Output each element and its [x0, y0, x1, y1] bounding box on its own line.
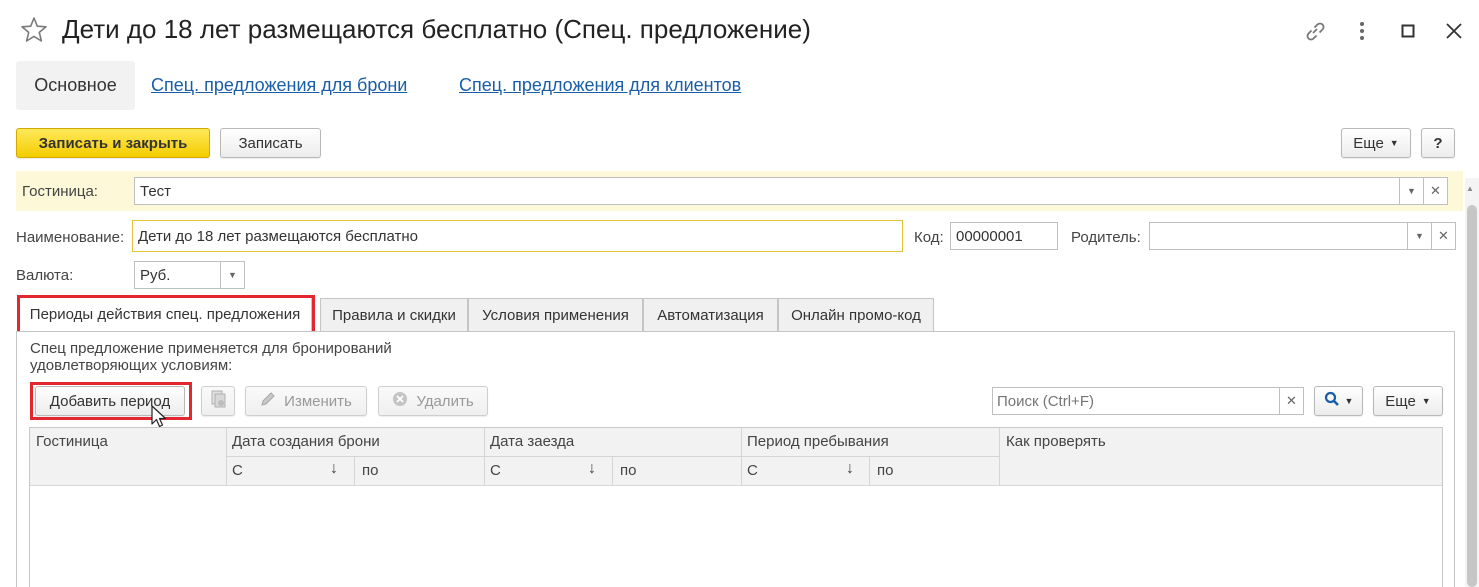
- dropdown-arrow-icon: ▼: [1389, 138, 1399, 148]
- col-divider: [741, 428, 742, 486]
- search-clear-button[interactable]: ✕: [1280, 387, 1304, 415]
- parent-clear-button[interactable]: ✕: [1432, 222, 1456, 250]
- code-label: Код:: [914, 229, 944, 246]
- scrollbar-thumb[interactable]: [1467, 205, 1477, 587]
- copy-button[interactable]: [201, 386, 235, 416]
- nav-link-booking-offers[interactable]: Спец. предложения для брони: [151, 75, 407, 96]
- dropdown-arrow-icon: ▼: [1421, 396, 1431, 406]
- col-divider: [612, 457, 613, 486]
- save-button[interactable]: Записать: [220, 128, 321, 158]
- clear-icon: ✕: [1438, 228, 1449, 243]
- name-label: Наименование:: [16, 229, 125, 246]
- edit-label: Изменить: [284, 392, 352, 410]
- col-header-checkin[interactable]: Дата заезда: [490, 433, 574, 450]
- hotel-clear-button[interactable]: ✕: [1424, 177, 1448, 205]
- search-options-button[interactable]: ▼: [1314, 386, 1363, 416]
- currency-label: Валюта:: [16, 267, 74, 284]
- hotel-dropdown-button[interactable]: ▼: [1400, 177, 1424, 205]
- scroll-up-icon[interactable]: ▲: [1466, 184, 1474, 193]
- parent-dropdown-button[interactable]: ▼: [1408, 222, 1432, 250]
- col-header-stay[interactable]: Период пребывания: [747, 433, 889, 450]
- clear-icon: ✕: [1430, 183, 1441, 198]
- col-divider: [226, 428, 227, 486]
- col-header-checkin-from[interactable]: С: [490, 462, 501, 479]
- favorite-star-icon[interactable]: [18, 14, 50, 46]
- currency-dropdown-button[interactable]: ▼: [221, 261, 245, 289]
- tab-rules-discounts[interactable]: Правила и скидки: [320, 298, 468, 332]
- col-header-booking-from[interactable]: С: [232, 462, 243, 479]
- hotel-field[interactable]: Тест: [134, 177, 1400, 205]
- search-icon: [1324, 391, 1340, 411]
- dropdown-arrow-icon: ▼: [1407, 186, 1416, 196]
- panel-more-label: Еще: [1385, 392, 1416, 410]
- search-input[interactable]: [992, 387, 1280, 415]
- tab-online-promo[interactable]: Онлайн промо-код: [778, 298, 934, 332]
- header-divider: [227, 456, 999, 457]
- hotel-label: Гостиница:: [22, 183, 98, 200]
- col-header-stay-to[interactable]: по: [877, 462, 893, 479]
- sort-down-icon: ↓: [330, 460, 338, 477]
- currency-field[interactable]: Руб.: [134, 261, 221, 289]
- more-vertical-icon[interactable]: [1345, 14, 1379, 48]
- col-header-stay-from[interactable]: С: [747, 462, 758, 479]
- sort-down-icon: ↓: [588, 460, 596, 477]
- col-divider: [869, 457, 870, 486]
- parent-label: Родитель:: [1071, 229, 1141, 246]
- name-field[interactable]: Дети до 18 лет размещаются бесплатно: [132, 220, 903, 252]
- pencil-icon: [260, 391, 276, 411]
- edit-button[interactable]: Изменить: [245, 386, 367, 416]
- panel-description: Спец предложение применяется для брониро…: [30, 340, 392, 374]
- col-header-hotel[interactable]: Гостиница: [36, 433, 108, 450]
- maximize-icon[interactable]: [1391, 14, 1425, 48]
- delete-label: Удалить: [416, 392, 474, 410]
- help-button[interactable]: ?: [1421, 128, 1455, 158]
- close-icon[interactable]: [1437, 14, 1471, 48]
- col-divider: [354, 457, 355, 486]
- code-field[interactable]: 00000001: [950, 222, 1058, 250]
- save-and-close-button[interactable]: Записать и закрыть: [16, 128, 210, 158]
- delete-button[interactable]: Удалить: [378, 386, 488, 416]
- dropdown-arrow-icon: ▼: [1344, 396, 1354, 406]
- clear-icon: ✕: [1286, 393, 1297, 408]
- col-divider: [484, 428, 485, 486]
- dropdown-arrow-icon: ▼: [1415, 231, 1424, 241]
- col-divider: [999, 428, 1000, 486]
- col-header-checkin-to[interactable]: по: [620, 462, 636, 479]
- window-title: Дети до 18 лет размещаются бесплатно (Сп…: [62, 14, 811, 44]
- col-header-booking-date[interactable]: Дата создания брони: [232, 433, 380, 450]
- copy-icon: [210, 390, 226, 412]
- tab-automation[interactable]: Автоматизация: [643, 298, 778, 332]
- col-header-how-check[interactable]: Как проверять: [1006, 433, 1106, 450]
- tab-conditions[interactable]: Условия применения: [468, 298, 643, 332]
- highlight-tab-periods: [17, 295, 315, 335]
- more-button[interactable]: Еще ▼: [1341, 128, 1411, 158]
- parent-field[interactable]: [1149, 222, 1408, 250]
- nav-tab-main[interactable]: Основное: [16, 61, 135, 110]
- dropdown-arrow-icon: ▼: [228, 270, 237, 280]
- sort-down-icon: ↓: [846, 460, 854, 477]
- link-icon[interactable]: [1298, 14, 1332, 48]
- more-label: Еще: [1353, 134, 1384, 152]
- col-header-booking-to[interactable]: по: [362, 462, 378, 479]
- nav-link-client-offers[interactable]: Спец. предложения для клиентов: [459, 75, 741, 96]
- delete-icon: [392, 391, 408, 411]
- panel-more-button[interactable]: Еще ▼: [1373, 386, 1443, 416]
